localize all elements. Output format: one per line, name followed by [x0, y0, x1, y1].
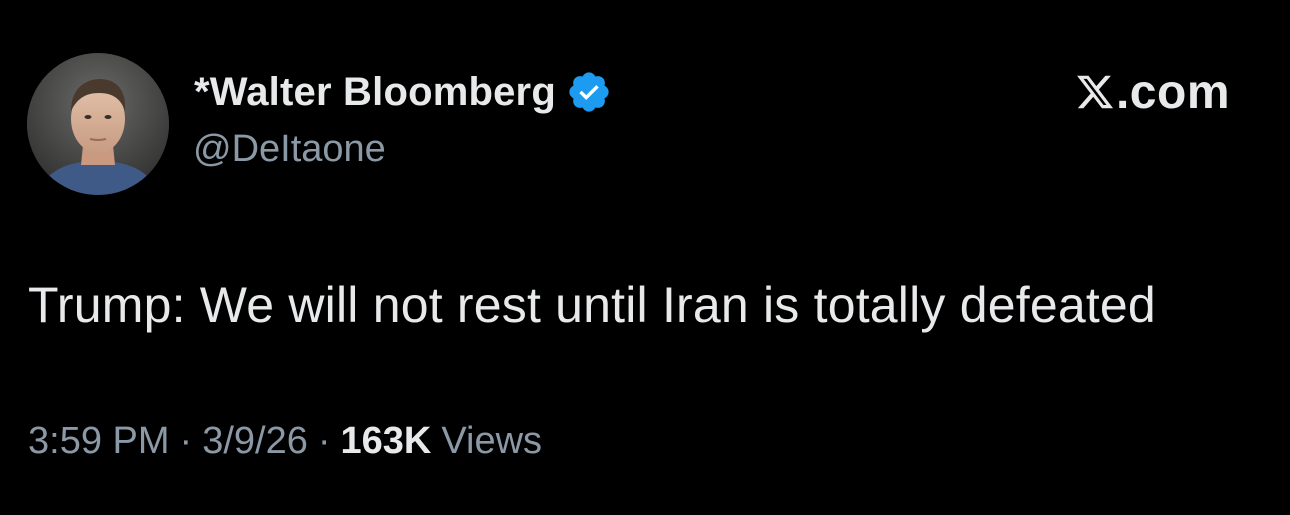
- avatar-portrait: [27, 53, 169, 195]
- tweet-card: *Walter Bloomberg @DeItaone .com Trump: …: [0, 0, 1290, 515]
- views-label: Views: [441, 420, 543, 462]
- author-avatar[interactable]: [27, 53, 169, 195]
- meta-separator: ·: [317, 420, 331, 462]
- tweet-text: Trump: We will not rest until Iran is to…: [28, 277, 1156, 333]
- author-name-row: *Walter Bloomberg: [194, 66, 612, 118]
- x-brand-mark: .com: [1075, 64, 1230, 120]
- tweet-meta: 3:59 PM · 3/9/26 · 163K Views: [28, 420, 542, 463]
- tweet-time[interactable]: 3:59 PM: [28, 420, 170, 463]
- brand-domain-text: .com: [1115, 65, 1230, 119]
- x-logo-icon: [1075, 72, 1115, 112]
- author-display-name[interactable]: *Walter Bloomberg: [194, 70, 556, 115]
- views-count: 163K: [340, 420, 432, 462]
- verified-badge-icon: [566, 69, 612, 115]
- author-handle[interactable]: @DeItaone: [193, 128, 386, 171]
- tweet-date[interactable]: 3/9/26: [202, 420, 308, 463]
- meta-separator: ·: [179, 420, 193, 462]
